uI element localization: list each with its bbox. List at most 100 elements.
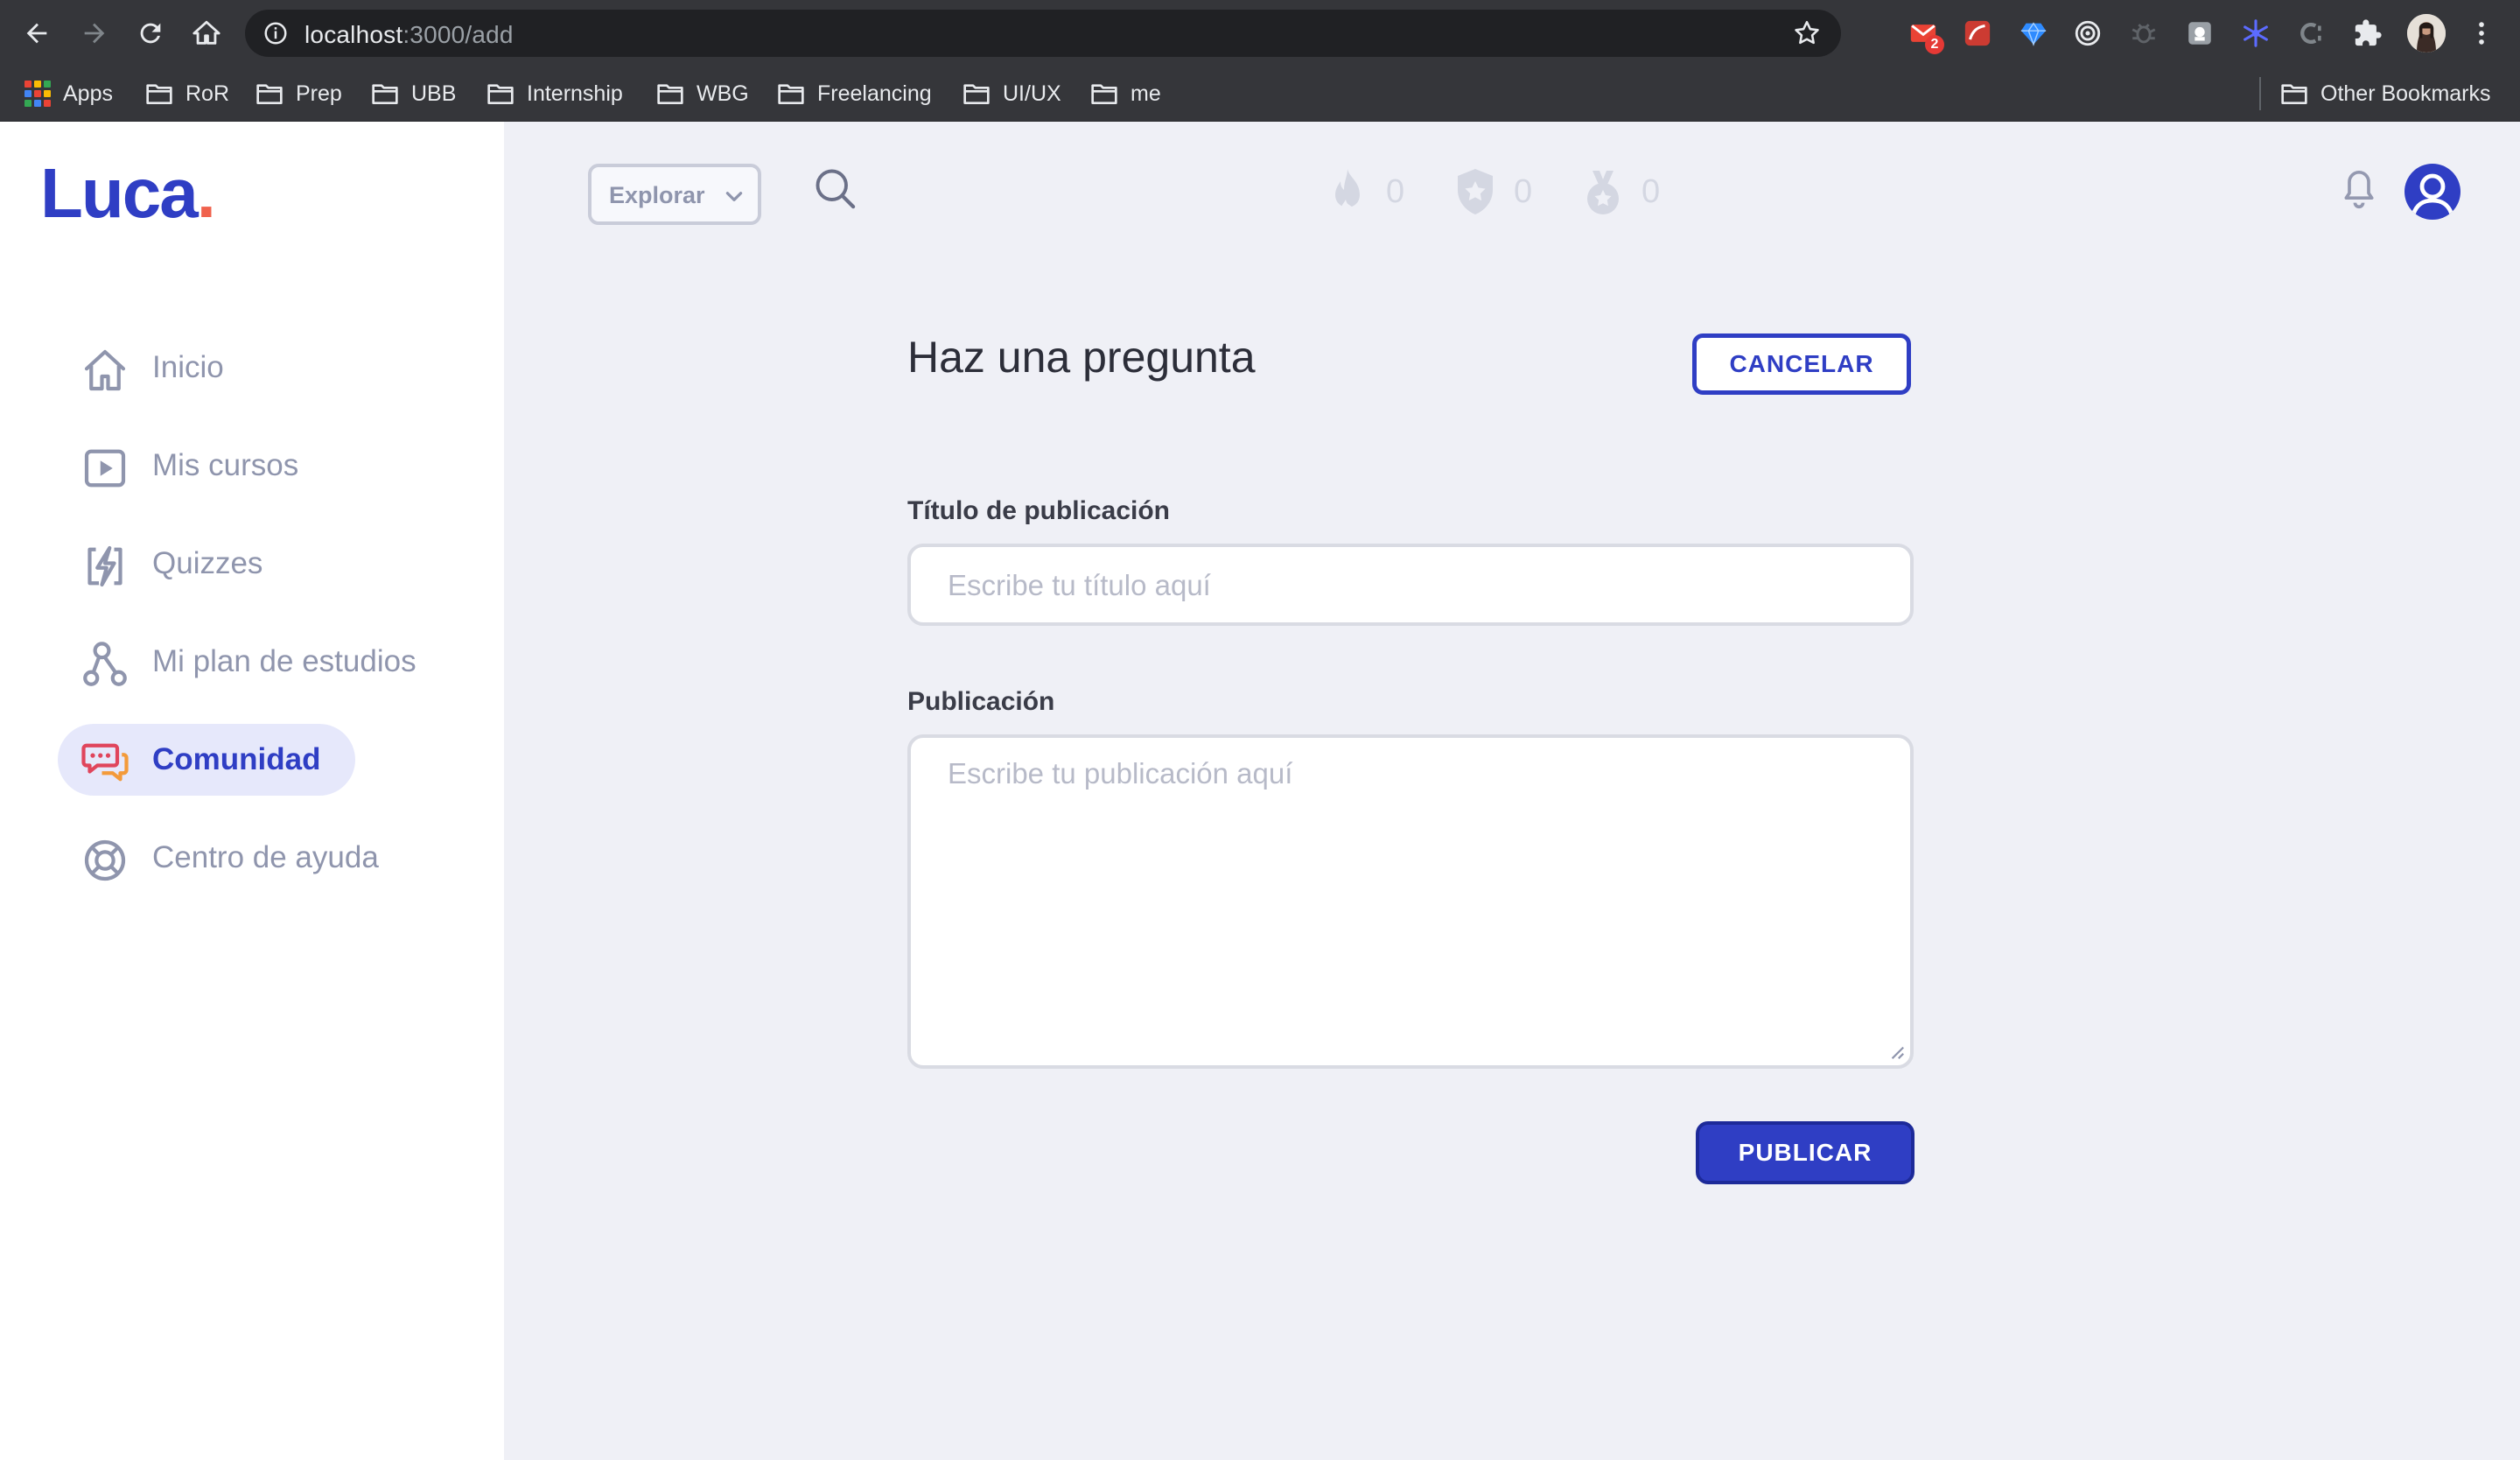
sidebar-item-label: Centro de ayuda [152,840,379,874]
sidebar-item-mis-cursos[interactable]: Mis cursos [58,430,355,502]
profile-button[interactable] [2407,14,2446,53]
title-input-placeholder: Escribe tu título aquí [948,569,1211,601]
bookmark-me[interactable]: me [1090,75,1161,112]
target-extension[interactable] [2072,18,2104,49]
sidebar-item-quizzes[interactable]: Quizzes [58,528,355,600]
bookmark-freelancing[interactable]: Freelancing [777,75,932,112]
home-icon [84,349,126,391]
folder-icon [146,84,172,104]
info-icon [264,22,287,45]
kebab-menu-icon [2479,22,2484,45]
sidebar: Luca. Inicio Mis cursos Quizzes Mi plan … [0,122,504,1460]
bookmark-ubb[interactable]: UBB [371,75,456,112]
gmail-extension[interactable]: 2 [1908,18,1944,54]
bookmark-label: Internship [527,81,623,106]
code-extension[interactable] [2296,18,2328,49]
bookmarks-bar: Apps RoR Prep UBB Internship WBG Freelan… [0,67,2520,122]
bookmark-uiux[interactable]: UI/UX [962,75,1061,112]
bookmark-label: UI/UX [1003,81,1061,106]
folder-icon [963,84,990,104]
folder-icon [372,84,398,104]
explore-label: Explorar [609,182,705,208]
bookmark-label: RoR [186,81,230,106]
gmail-badge: 2 [1925,35,1944,54]
gem-extension[interactable] [2018,18,2049,49]
apps-grid-icon [24,81,51,107]
address-bar[interactable]: localhost:3000/add [245,10,1841,57]
publish-button[interactable]: PUBLICAR [1696,1121,1914,1184]
notifications-bell-icon[interactable] [2340,167,2378,213]
explore-dropdown[interactable]: Explorar [588,164,761,225]
rails-extension[interactable] [1962,18,1993,49]
react-devtools-extension[interactable] [2240,18,2272,49]
badge-count: 0 [1514,172,1533,210]
chat-icon [81,743,129,782]
title-input[interactable]: Escribe tu título aquí [907,544,1914,626]
bookmark-other[interactable]: Other Bookmarks [2280,75,2491,112]
bookmark-apps[interactable]: Apps [24,75,113,112]
body-textarea[interactable]: Escribe tu publicación aquí [907,734,1914,1069]
streak-count: 0 [1386,172,1405,210]
app-page: Luca. Inicio Mis cursos Quizzes Mi plan … [0,122,2520,1460]
body-field-label: Publicación [907,687,1055,716]
arrow-right-icon [84,23,105,44]
browser-menu-button[interactable] [2466,18,2497,49]
folder-icon [256,84,283,104]
profile-avatar-icon [2407,14,2446,53]
sidebar-item-centro-ayuda[interactable]: Centro de ayuda [58,822,379,894]
reload-button[interactable] [130,12,172,54]
bookmark-internship[interactable]: Internship [486,75,623,112]
sidebar-item-label: Mi plan de estudios [152,644,416,678]
browser-toolbar: localhost:3000/add 2 [0,0,2520,67]
luca-logo[interactable]: Luca. [40,153,216,234]
bookmark-prep[interactable]: Prep [256,75,342,112]
snowflake-icon [2244,19,2268,47]
bookmark-label: Apps [63,81,113,106]
play-icon [84,449,126,488]
shield-star-icon [1458,169,1493,214]
medal-icon [1587,171,1619,214]
search-icon[interactable] [812,165,858,211]
bookmark-wbg[interactable]: WBG [656,75,749,112]
chevron-down-icon [725,192,743,201]
page-title: Haz una pregunta [907,333,1256,382]
sidebar-item-inicio[interactable]: Inicio [58,332,355,404]
title-field-label: Título de publicación [907,496,1170,525]
screen-icon [2188,22,2211,45]
sidebar-item-label: Comunidad [152,742,321,776]
sidebar-item-label: Inicio [152,350,224,384]
sidebar-item-mi-plan[interactable]: Mi plan de estudios [58,626,416,698]
bookmark-label: UBB [411,81,457,106]
user-icon [2411,173,2454,215]
bookmark-label: Other Bookmarks [2320,81,2491,106]
folder-icon [2281,84,2307,104]
bug-icon [2132,24,2156,44]
code-c-icon [2300,22,2321,45]
bookmark-label: me [1130,81,1161,106]
bookmark-ror[interactable]: RoR [145,75,229,112]
target-icon [2075,20,2101,46]
forward-button[interactable] [74,12,116,54]
medal-count: 0 [1642,172,1661,210]
user-avatar[interactable] [2404,164,2460,220]
bookmarks-divider [2259,77,2261,110]
logo-text: Luca [40,154,199,232]
extensions-button[interactable] [2352,18,2384,49]
folder-icon [1091,84,1117,104]
bookmark-label: Freelancing [817,81,932,106]
home-outline-icon [192,20,220,45]
sidebar-item-label: Mis cursos [152,448,299,482]
puzzle-icon [2355,19,2382,46]
back-button[interactable] [16,12,58,54]
bookmark-star-icon[interactable] [1792,18,1822,48]
resize-handle-icon[interactable] [1889,1044,1905,1060]
study-plan-icon [83,642,127,686]
home-button[interactable] [186,12,228,54]
medal-stat: 0 [1580,167,1660,216]
sidebar-item-comunidad[interactable]: Comunidad [58,724,355,796]
sidebar-item-label: Quizzes [152,546,263,580]
screen-extension[interactable] [2184,18,2216,49]
bug-extension[interactable] [2128,18,2160,49]
bookmark-label: Prep [296,81,342,106]
cancel-button[interactable]: CANCELAR [1692,333,1911,395]
